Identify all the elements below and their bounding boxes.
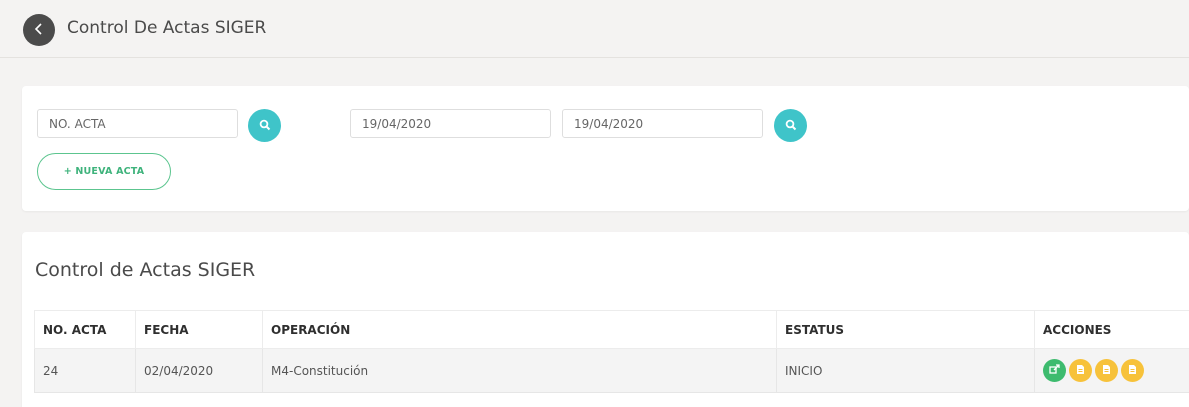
document-action-button[interactable] <box>1095 359 1118 382</box>
acta-number-input[interactable] <box>37 109 238 138</box>
column-header: FECHA <box>135 310 263 349</box>
actas-table: NO. ACTA FECHA OPERACIÓN ESTATUS ACCIONE… <box>34 310 1189 393</box>
date-to-input[interactable] <box>562 109 763 138</box>
table-row: 24 02/04/2020 M4-Constitución INICIO <box>34 348 1189 393</box>
page-title: Control De Actas SIGER <box>67 18 267 38</box>
search-date-button[interactable] <box>774 109 807 142</box>
date-from-input[interactable] <box>350 109 551 138</box>
search-acta-button[interactable] <box>248 109 281 142</box>
edit-export-icon <box>1049 363 1060 378</box>
section-title: Control de Actas SIGER <box>35 259 256 281</box>
cell-no-acta: 24 <box>34 348 136 393</box>
column-header: OPERACIÓN <box>262 310 777 349</box>
document-icon <box>1128 364 1137 378</box>
column-header: ACCIONES <box>1034 310 1189 349</box>
cell-fecha: 02/04/2020 <box>135 348 263 393</box>
column-header: ESTATUS <box>776 310 1035 349</box>
back-button[interactable] <box>23 14 55 46</box>
table-header-row: NO. ACTA FECHA OPERACIÓN ESTATUS ACCIONE… <box>34 310 1189 349</box>
cell-operacion: M4-Constitución <box>262 348 777 393</box>
search-icon <box>259 116 271 135</box>
edit-action-button[interactable] <box>1043 359 1066 382</box>
cell-acciones <box>1034 348 1189 393</box>
row-actions <box>1043 359 1181 382</box>
results-panel: Control de Actas SIGER NO. ACTA FECHA OP… <box>22 232 1189 407</box>
document-action-button[interactable] <box>1121 359 1144 382</box>
filter-panel: + NUEVA ACTA <box>22 86 1189 211</box>
document-icon <box>1102 364 1111 378</box>
chevron-left-icon <box>34 21 44 39</box>
top-bar: Control De Actas SIGER <box>0 0 1189 58</box>
column-header: NO. ACTA <box>34 310 136 349</box>
search-icon <box>785 116 797 135</box>
cell-estatus: INICIO <box>776 348 1035 393</box>
document-icon <box>1076 364 1085 378</box>
document-action-button[interactable] <box>1069 359 1092 382</box>
new-acta-button[interactable]: + NUEVA ACTA <box>37 153 171 190</box>
